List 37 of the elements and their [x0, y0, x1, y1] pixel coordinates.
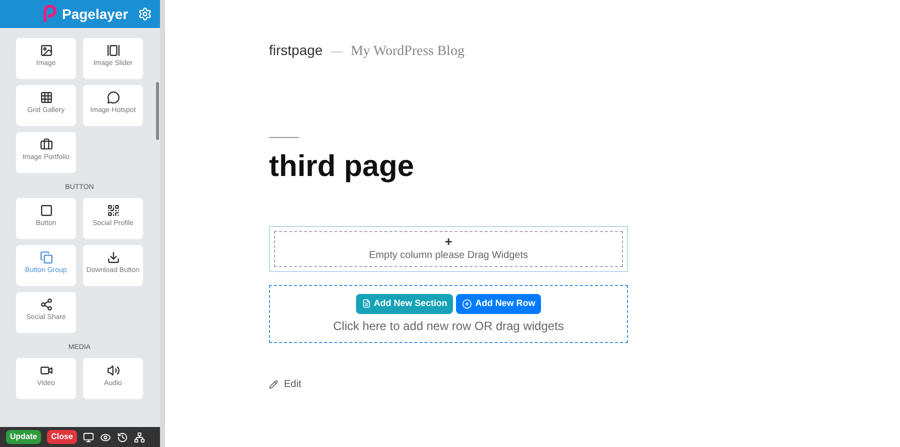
site-title[interactable]: firstpage [269, 40, 323, 61]
pencil-icon [269, 380, 278, 389]
square-icon [40, 204, 52, 217]
empty-column-text: Empty column please Drag Widgets [369, 249, 528, 263]
speech-bubble-icon [106, 91, 120, 104]
add-section-button[interactable]: Add New Section [356, 294, 454, 314]
close-button[interactable]: Close [47, 430, 77, 444]
sitemap-icon[interactable] [134, 432, 145, 442]
scrollbar-thumb[interactable] [156, 82, 159, 140]
copy-icon [40, 251, 52, 264]
plus-icon: + [444, 235, 452, 248]
add-row-area[interactable]: Add New Section Add New Row Click here to add new row OR drag widgets [269, 285, 628, 343]
history-icon[interactable] [116, 432, 128, 442]
brand-name: Pagelayer [62, 4, 128, 24]
update-button[interactable]: Update [6, 430, 42, 444]
page-heading: third page [269, 152, 416, 182]
image-slider-icon [106, 44, 120, 57]
image-icon [40, 44, 52, 57]
add-row-hint: Click here to add new row OR drag widgets [333, 318, 564, 334]
logo-icon [42, 5, 58, 23]
site-tagline: My WordPress Blog [350, 43, 464, 61]
document-icon [362, 299, 371, 308]
title-separator: — [330, 43, 343, 60]
edit-link[interactable]: Edit [269, 377, 302, 392]
speaker-icon [106, 364, 120, 377]
empty-column[interactable]: + Empty column please Drag Widgets [274, 231, 623, 267]
briefcase-icon [40, 138, 52, 151]
share-icon [40, 298, 52, 311]
qr-code-icon [106, 204, 120, 217]
grid-icon [40, 91, 52, 104]
add-row-button[interactable]: Add New Row [456, 294, 542, 314]
download-icon [106, 251, 120, 264]
settings-icon[interactable] [138, 7, 152, 21]
plus-circle-icon [462, 298, 472, 308]
desktop-icon[interactable] [82, 432, 94, 442]
video-camera-icon [40, 364, 52, 377]
eye-icon[interactable] [100, 432, 111, 442]
